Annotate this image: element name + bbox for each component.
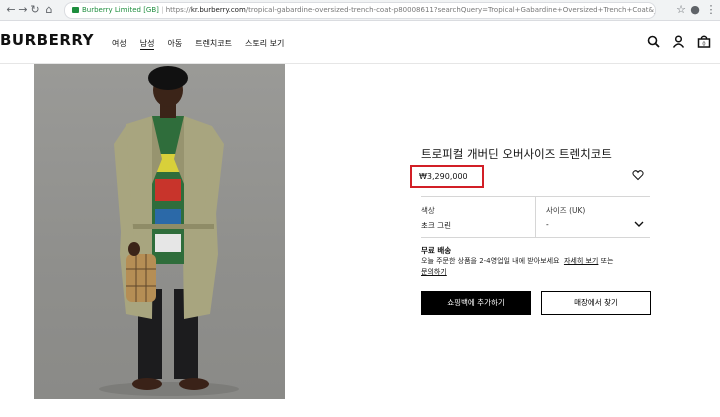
divider <box>421 237 650 238</box>
address-bar[interactable]: Burberry Limited [GB] | https://kr.burbe… <box>64 2 656 19</box>
menu-item-stories[interactable]: 스토리 보기 <box>245 38 284 50</box>
add-to-bag-button[interactable]: 쇼핑백에 추가하기 <box>421 291 531 315</box>
site-header: BURBERRY 여성 남성 아동 트렌치코트 스토리 보기 0 <box>0 21 720 64</box>
color-label: 색상 <box>421 206 435 215</box>
menu-item-kids[interactable]: 아동 <box>167 38 182 50</box>
find-in-store-button[interactable]: 매장에서 찾기 <box>541 291 651 315</box>
lock-icon <box>72 7 79 13</box>
main-menu: 여성 남성 아동 트렌치코트 스토리 보기 <box>112 38 284 50</box>
browser-toolbar: ← → ↻ ⌂ Burberry Limited [GB] | https://… <box>0 0 720 21</box>
chevron-down-icon[interactable] <box>634 220 644 228</box>
color-value: 초크 그린 <box>421 221 451 230</box>
account-icon[interactable] <box>672 35 685 48</box>
shipping-text: 오늘 주문한 상품을 2-4영업일 내에 받아보세요 <box>421 257 560 265</box>
search-icon[interactable] <box>647 35 660 48</box>
bag-count: 0 <box>702 42 705 48</box>
bag-icon[interactable]: 0 <box>697 35 711 48</box>
brand-logo[interactable]: BURBERRY <box>0 31 94 49</box>
size-value: - <box>546 220 549 229</box>
divider <box>535 197 536 237</box>
shipping-or: 또는 <box>600 257 614 265</box>
menu-item-women[interactable]: 여성 <box>112 38 127 50</box>
shipping-title: 무료 배송 <box>421 246 452 255</box>
heart-icon[interactable] <box>632 169 644 181</box>
product-title: 트로피컬 개버딘 오버사이즈 트렌치코트 <box>421 147 612 161</box>
bookmark-star-icon[interactable]: ☆ <box>674 3 688 17</box>
menu-item-trench[interactable]: 트렌치코트 <box>195 38 232 50</box>
product-price: ₩3,290,000 <box>419 172 468 181</box>
shipping-info: 오늘 주문한 상품을 2-4영업일 내에 받아보세요 자세히 보기 또는 <box>421 256 614 266</box>
model-illustration <box>99 66 239 396</box>
extension-icon[interactable]: ● <box>688 3 702 17</box>
reload-icon[interactable]: ↻ <box>28 3 42 17</box>
size-label: 사이즈 (UK) <box>546 206 586 215</box>
contact-link[interactable]: 문의하기 <box>421 267 447 277</box>
secure-label: Burberry Limited [GB] <box>82 6 159 14</box>
product-image[interactable] <box>34 64 285 399</box>
shipping-details-link[interactable]: 자세히 보기 <box>564 257 598 265</box>
home-icon[interactable]: ⌂ <box>42 3 56 17</box>
more-menu-icon[interactable]: ⋮ <box>704 3 718 17</box>
url-host: kr.burberry.com <box>190 6 246 14</box>
menu-item-men[interactable]: 남성 <box>139 38 155 50</box>
url-path: /tropical-gabardine-oversized-trench-coa… <box>245 6 656 14</box>
